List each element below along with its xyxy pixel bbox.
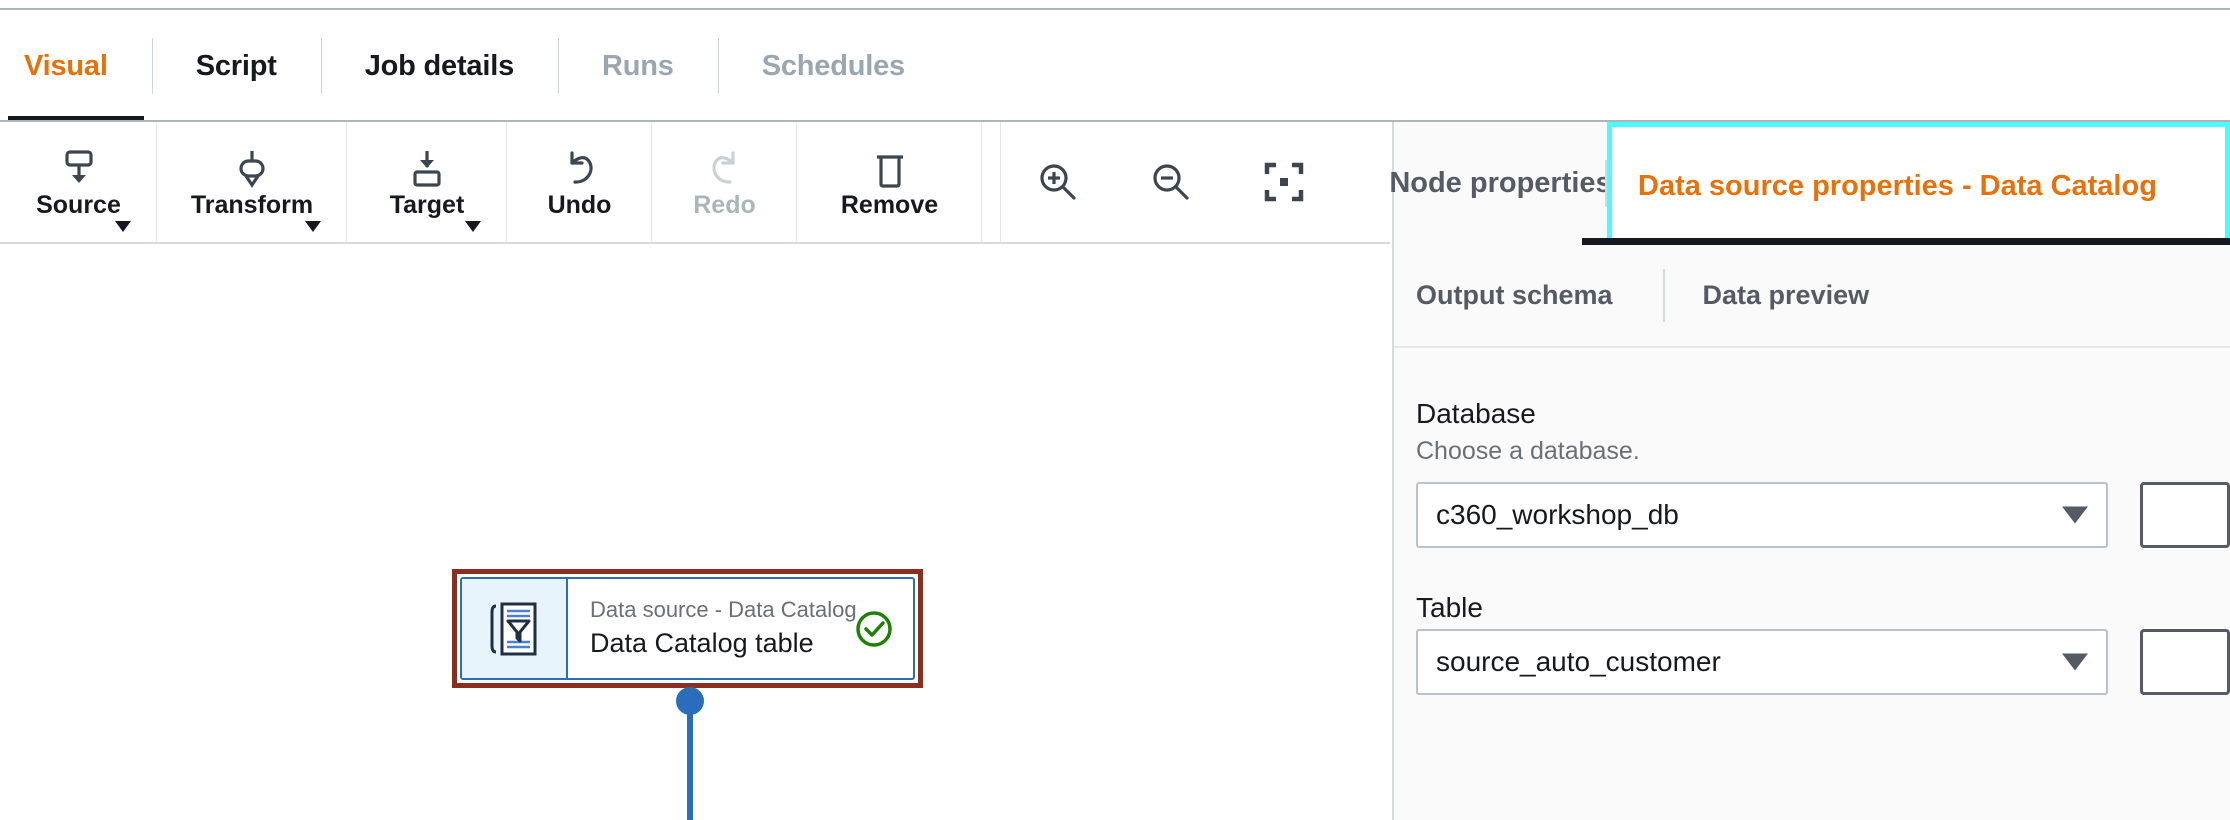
table-browse-button[interactable] xyxy=(2140,628,2230,695)
database-hint: Choose a database. xyxy=(1416,437,1640,465)
data-catalog-table-icon xyxy=(462,579,568,678)
zoom-out-button[interactable] xyxy=(1114,122,1227,242)
zoom-controls xyxy=(1000,122,1340,242)
connector-output-handle[interactable] xyxy=(676,687,704,715)
table-field-group: Table source_auto_customer xyxy=(1416,590,2230,695)
fit-to-screen-button[interactable] xyxy=(1227,122,1340,242)
transform-icon xyxy=(234,147,270,189)
toolbar-undo-button[interactable]: Undo xyxy=(507,122,652,242)
table-label: Table xyxy=(1416,591,1483,623)
tab-schedules[interactable]: Schedules xyxy=(717,10,949,122)
fit-to-screen-icon xyxy=(1264,162,1303,202)
toolbar-source-label: Source xyxy=(36,190,121,219)
zoom-out-icon xyxy=(1152,164,1189,200)
tab-runs[interactable]: Runs xyxy=(558,10,718,122)
database-browse-button[interactable] xyxy=(2140,481,2230,548)
check-circle-icon xyxy=(856,610,892,647)
canvas-toolbar: Source Transform Target Undo Redo Remove xyxy=(0,122,1390,244)
undo-icon xyxy=(561,147,599,189)
target-icon xyxy=(409,147,445,189)
properties-tab-bar: Node properties Data source properties -… xyxy=(1389,122,2230,245)
zoom-in-icon xyxy=(1039,164,1076,200)
visual-job-canvas[interactable]: Data source - Data Catalog Data Catalog … xyxy=(0,244,1390,820)
toolbar-transform-button[interactable]: Transform xyxy=(157,122,347,242)
chevron-down-icon xyxy=(305,221,321,232)
subtab-data-preview-label: Data preview xyxy=(1702,280,1870,310)
chevron-down-icon xyxy=(2062,506,2088,523)
editor-left-region: Source Transform Target Undo Redo Remove… xyxy=(0,122,1390,820)
active-tab-underline xyxy=(1582,238,2230,245)
tab-data-source-properties-label: Data source properties - Data Catalog xyxy=(1638,169,2157,202)
toolbar-remove-label: Remove xyxy=(840,190,939,219)
redo-icon xyxy=(706,147,744,189)
subtab-output-schema-label: Output schema xyxy=(1416,280,1613,310)
tab-visual[interactable]: Visual xyxy=(0,10,152,122)
subtab-output-schema[interactable]: Output schema xyxy=(1394,245,1663,346)
tab-schedules-label: Schedules xyxy=(761,49,905,82)
table-select-value: source_auto_customer xyxy=(1436,645,1721,677)
properties-form: Database Choose a database. c360_worksho… xyxy=(1394,348,2230,820)
database-select-value: c360_workshop_db xyxy=(1436,498,1679,530)
toolbar-remove-button[interactable]: Remove xyxy=(797,122,982,242)
zoom-in-button[interactable] xyxy=(1001,122,1114,242)
toolbar-source-button[interactable]: Source xyxy=(0,122,157,242)
chevron-down-icon xyxy=(465,221,481,232)
database-field-group: Database Choose a database. c360_worksho… xyxy=(1416,396,2230,548)
toolbar-target-label: Target xyxy=(389,190,465,219)
trash-icon xyxy=(874,147,906,189)
tab-node-properties-label: Node properties xyxy=(1389,167,1612,199)
canvas-node-data-catalog-table[interactable]: Data source - Data Catalog Data Catalog … xyxy=(460,577,915,680)
node-title-label: Data Catalog table xyxy=(590,627,814,658)
connector-line xyxy=(687,699,693,820)
tab-runs-label: Runs xyxy=(602,49,674,82)
tab-script-label: Script xyxy=(195,49,277,82)
tab-visual-label: Visual xyxy=(24,49,108,82)
database-select[interactable]: c360_workshop_db xyxy=(1416,481,2108,548)
toolbar-redo-label: Redo xyxy=(693,190,756,219)
chevron-down-icon xyxy=(115,221,131,232)
node-type-label: Data source - Data Catalog xyxy=(590,597,857,623)
properties-subtab-bar: Output schema Data preview xyxy=(1394,245,2230,348)
toolbar-redo-button[interactable]: Redo xyxy=(652,122,797,242)
toolbar-target-button[interactable]: Target xyxy=(347,122,507,242)
table-select[interactable]: source_auto_customer xyxy=(1416,628,2108,695)
tab-job-details-label: Job details xyxy=(364,49,515,82)
database-label: Database xyxy=(1416,398,1536,429)
node-status-badge xyxy=(835,579,913,678)
glue-studio-visual-editor: Visual Script Job details Runs Schedules xyxy=(0,0,2230,820)
source-icon xyxy=(61,147,97,189)
tab-script[interactable]: Script xyxy=(151,10,321,122)
tab-data-source-properties[interactable]: Data source properties - Data Catalog xyxy=(1607,122,2230,245)
tab-job-details[interactable]: Job details xyxy=(320,10,558,122)
properties-panel: Node properties Data source properties -… xyxy=(1389,122,2230,820)
tab-node-properties[interactable]: Node properties xyxy=(1389,122,1612,245)
job-tab-bar: Visual Script Job details Runs Schedules xyxy=(0,10,2230,122)
toolbar-undo-label: Undo xyxy=(547,190,612,219)
chevron-down-icon xyxy=(2062,653,2088,670)
subtab-data-preview[interactable]: Data preview xyxy=(1662,245,1910,346)
toolbar-transform-label: Transform xyxy=(190,190,314,219)
node-text-block: Data source - Data Catalog Data Catalog … xyxy=(568,579,857,678)
